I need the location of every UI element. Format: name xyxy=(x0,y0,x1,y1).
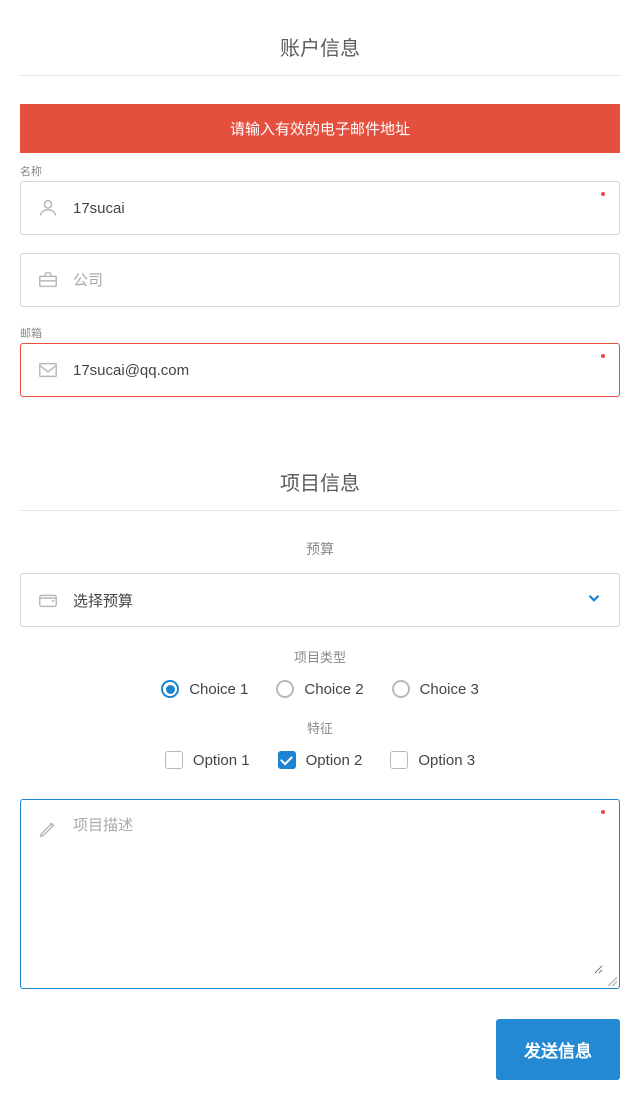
email-input[interactable] xyxy=(73,362,603,379)
company-input[interactable] xyxy=(73,272,603,289)
company-input-group[interactable] xyxy=(20,253,620,307)
radio-label: Choice 1 xyxy=(189,681,248,698)
wallet-icon xyxy=(37,589,59,611)
description-textarea[interactable] xyxy=(73,814,603,974)
pencil-icon xyxy=(37,818,59,840)
briefcase-icon xyxy=(37,269,59,291)
radio-label: Choice 3 xyxy=(420,681,479,698)
checkbox-label: Option 2 xyxy=(306,752,363,769)
error-alert: 请输入有效的电子邮件地址 xyxy=(20,104,620,153)
checkbox-icon xyxy=(390,751,408,769)
checkbox-icon xyxy=(165,751,183,769)
description-group[interactable] xyxy=(20,799,620,989)
chevron-down-icon xyxy=(585,589,603,612)
checkbox-option-3[interactable]: Option 3 xyxy=(390,751,475,769)
radio-choice-3[interactable]: Choice 3 xyxy=(392,680,479,698)
checkbox-label: Option 1 xyxy=(193,752,250,769)
user-icon xyxy=(37,197,59,219)
project-type-label: 项目类型 xyxy=(20,647,620,666)
radio-choice-1[interactable]: Choice 1 xyxy=(161,680,248,698)
project-section-title: 项目信息 xyxy=(20,455,620,511)
budget-label: 预算 xyxy=(20,539,620,559)
radio-label: Choice 2 xyxy=(304,681,363,698)
required-indicator xyxy=(601,192,605,196)
checkbox-option-2[interactable]: Option 2 xyxy=(278,751,363,769)
name-label: 名称 xyxy=(20,163,620,179)
checkbox-icon xyxy=(278,751,296,769)
radio-icon xyxy=(276,680,294,698)
budget-select[interactable]: 选择预算 xyxy=(20,573,620,627)
budget-selected-text: 选择预算 xyxy=(73,590,585,611)
name-input-group[interactable] xyxy=(20,181,620,235)
account-section-title: 账户信息 xyxy=(20,20,620,76)
required-indicator xyxy=(601,354,605,358)
name-input[interactable] xyxy=(73,200,603,217)
features-label: 特征 xyxy=(20,718,620,737)
project-type-radios: Choice 1 Choice 2 Choice 3 xyxy=(20,680,620,698)
checkbox-option-1[interactable]: Option 1 xyxy=(165,751,250,769)
radio-choice-2[interactable]: Choice 2 xyxy=(276,680,363,698)
radio-icon xyxy=(161,680,179,698)
email-input-group[interactable] xyxy=(20,343,620,397)
checkbox-label: Option 3 xyxy=(418,752,475,769)
resize-handle-icon xyxy=(607,976,617,986)
submit-button[interactable]: 发送信息 xyxy=(496,1019,620,1080)
required-indicator xyxy=(601,810,605,814)
features-checkboxes: Option 1 Option 2 Option 3 xyxy=(20,751,620,769)
email-label: 邮箱 xyxy=(20,325,620,341)
radio-icon xyxy=(392,680,410,698)
mail-icon xyxy=(37,359,59,381)
